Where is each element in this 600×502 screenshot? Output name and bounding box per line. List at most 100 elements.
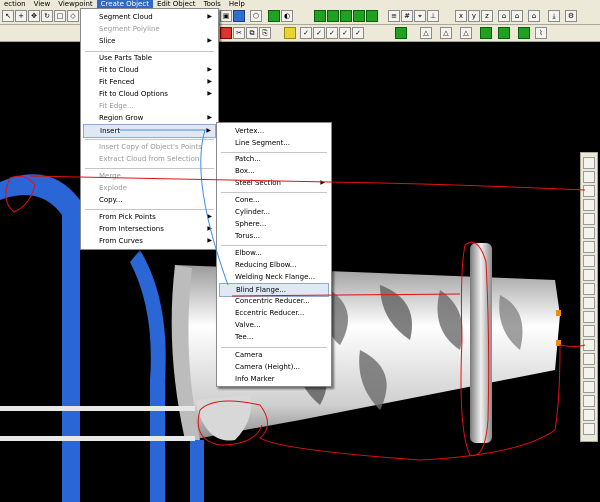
layer-3-icon[interactable] [340,10,352,22]
menu-item-slice[interactable]: Slice ▶ [83,35,216,47]
shape-1-icon[interactable]: △ [420,27,432,39]
submenu-item-cone[interactable]: Cone... [219,194,329,206]
menu-item-use-parts-table[interactable]: Use Parts Table [83,52,216,64]
fit-4-icon[interactable]: ✓ [339,27,351,39]
highlight-icon[interactable] [284,27,296,39]
menu-item-segment-cloud[interactable]: Segment Cloud ▶ [83,11,216,23]
axis-z-icon[interactable]: z [481,10,493,22]
vtool-3-icon[interactable] [583,185,595,197]
menu-item-fit-to-cloud[interactable]: Fit to Cloud ▶ [83,64,216,76]
submenu-item-steel-section[interactable]: Steel Section ▶ [219,177,329,189]
submenu-item-welding-neck-flange[interactable]: Welding Neck Flange... [219,271,329,283]
rotate-icon[interactable]: ↻ [41,10,53,22]
axis-x-icon[interactable]: x [455,10,467,22]
delete-icon[interactable] [220,27,232,39]
select-icon[interactable]: □ [54,10,66,22]
cut-icon[interactable]: ✂ [233,27,245,39]
tool-a-icon[interactable]: ⌂ [498,10,510,22]
vtool-12-icon[interactable] [583,311,595,323]
vtool-7-icon[interactable] [583,241,595,253]
grid-icon[interactable]: # [401,10,413,22]
view-front-icon[interactable]: ▣ [220,10,232,22]
submenu-item-valve[interactable]: Valve... [219,319,329,331]
submenu-item-line-segment[interactable]: Line Segment... [219,137,329,149]
submenu-item-vertex[interactable]: Vertex... [219,125,329,137]
settings-icon[interactable]: ⚙ [565,10,577,22]
pipe-4-icon[interactable]: ⌇ [535,27,547,39]
submenu-item-concentric-reducer[interactable]: Concentric Reducer... [219,295,329,307]
zoom-icon[interactable]: + [15,10,27,22]
vtool-11-icon[interactable] [583,297,595,309]
menu-section[interactable]: ection [0,0,30,8]
measure-icon[interactable]: ⊥ [427,10,439,22]
layer-4-icon[interactable] [353,10,365,22]
view-iso-icon[interactable]: ⬡ [250,10,262,22]
shape-3-icon[interactable]: △ [460,27,472,39]
shape-2-icon[interactable]: △ [440,27,452,39]
vtool-4-icon[interactable] [583,199,595,211]
submenu-item-camera[interactable]: Camera [219,349,329,361]
layer-2-icon[interactable] [327,10,339,22]
menu-create-object[interactable]: Create Object [96,0,153,8]
vtool-9-icon[interactable] [583,269,595,281]
menu-item-region-grow[interactable]: Region Grow ▶ [83,112,216,124]
tool-d-icon[interactable]: ⤓ [548,10,560,22]
layer-5-icon[interactable] [366,10,378,22]
menu-item-from-curves[interactable]: From Curves ▶ [83,235,216,247]
vtool-2-icon[interactable] [583,171,595,183]
submenu-item-eccentric-reducer[interactable]: Eccentric Reducer... [219,307,329,319]
submenu-item-cylinder[interactable]: Cylinder... [219,206,329,218]
render-icon[interactable] [268,10,280,22]
snap-icon[interactable]: ⌖ [414,10,426,22]
fit-5-icon[interactable]: ✓ [352,27,364,39]
vtool-14-icon[interactable] [583,339,595,351]
submenu-item-tee[interactable]: Tee... [219,331,329,343]
submenu-item-sphere[interactable]: Sphere... [219,218,329,230]
vtool-1-icon[interactable] [583,157,595,169]
view-top-icon[interactable] [233,10,245,22]
pointer-icon[interactable]: ↖ [2,10,14,22]
fit-3-icon[interactable]: ✓ [326,27,338,39]
tool-c-icon[interactable]: ⌂ [528,10,540,22]
pipe-1-icon[interactable] [480,27,492,39]
menu-item-from-intersections[interactable]: From Intersections ▶ [83,223,216,235]
submenu-item-box[interactable]: Box... [219,165,329,177]
shade-icon[interactable]: ◐ [281,10,293,22]
fence-icon[interactable]: ◇ [67,10,79,22]
vtool-15-icon[interactable] [583,353,595,365]
submenu-item-info-marker[interactable]: Info Marker [219,373,329,385]
layer-1-icon[interactable] [314,10,326,22]
vtool-6-icon[interactable] [583,227,595,239]
accept-icon[interactable] [395,27,407,39]
vtool-16-icon[interactable] [583,367,595,379]
vtool-18-icon[interactable] [583,395,595,407]
submenu-item-reducing-elbow[interactable]: Reducing Elbow... [219,259,329,271]
menu-item-fit-to-cloud-options[interactable]: Fit to Cloud Options ▶ [83,88,216,100]
vtool-17-icon[interactable] [583,381,595,393]
tool-b-icon[interactable]: ⌂ [511,10,523,22]
menu-edit-object[interactable]: Edit Object [153,0,200,8]
vtool-8-icon[interactable] [583,255,595,267]
menu-item-fit-fenced[interactable]: Fit Fenced ▶ [83,76,216,88]
axis-y-icon[interactable]: y [468,10,480,22]
submenu-item-camera-height[interactable]: Camera (Height)... [219,361,329,373]
menu-help[interactable]: Help [225,0,249,8]
fit-2-icon[interactable]: ✓ [313,27,325,39]
menu-view[interactable]: View [30,0,55,8]
paste-icon[interactable]: ⎘ [259,27,271,39]
vtool-20-icon[interactable] [583,423,595,435]
vtool-10-icon[interactable] [583,283,595,295]
menu-viewpoint[interactable]: Viewpoint [54,0,96,8]
menu-item-copy[interactable]: Copy... [83,194,216,206]
menu-item-insert[interactable]: Insert ▶ [83,124,216,138]
menu-item-from-pick-points[interactable]: From Pick Points ▶ [83,211,216,223]
fit-1-icon[interactable]: ✓ [300,27,312,39]
layers-icon[interactable]: ≡ [388,10,400,22]
vtool-5-icon[interactable] [583,213,595,225]
menu-tools[interactable]: Tools [200,0,225,8]
pipe-3-icon[interactable] [518,27,530,39]
pan-icon[interactable]: ✥ [28,10,40,22]
submenu-item-elbow[interactable]: Elbow... [219,247,329,259]
vtool-19-icon[interactable] [583,409,595,421]
vtool-13-icon[interactable] [583,325,595,337]
